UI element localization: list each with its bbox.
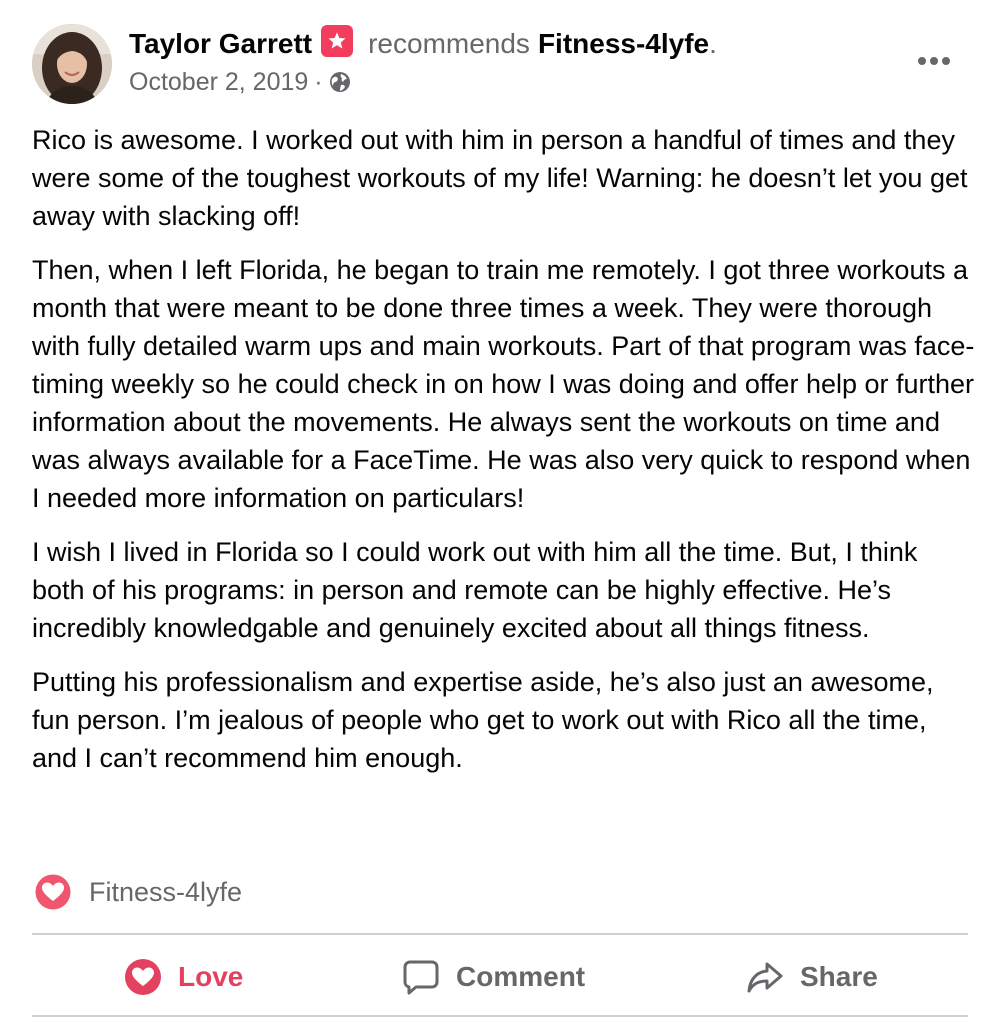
post-paragraph: Rico is awesome. I worked out with him i…: [32, 125, 968, 231]
globe-icon[interactable]: [328, 70, 352, 94]
page-name-link[interactable]: Fitness-4lyfe: [538, 26, 709, 62]
love-button[interactable]: Love: [124, 950, 243, 1004]
action-divider-top: [32, 933, 968, 935]
recommends-text: recommends: [368, 28, 530, 59]
post-meta: October 2, 2019 ·: [129, 66, 352, 98]
comment-label: Comment: [456, 961, 586, 992]
more-horizontal-icon: [918, 57, 950, 65]
post-date[interactable]: October 2, 2019: [129, 66, 308, 98]
post-text: Rico is awesome. I worked out with him i…: [32, 121, 977, 793]
share-icon: [746, 958, 784, 996]
love-icon: [124, 958, 162, 996]
reaction-summary[interactable]: Fitness-4lyfe: [34, 872, 242, 912]
reaction-text: Fitness-4lyfe: [89, 876, 243, 907]
post-paragraph: Putting his professionalism and expertis…: [32, 667, 934, 773]
comment-icon: [402, 958, 440, 996]
action-divider-bottom: [32, 1015, 968, 1017]
love-label: Love: [178, 961, 244, 992]
avatar-image: [32, 24, 112, 104]
header-period: .: [709, 28, 717, 59]
more-options-button[interactable]: [906, 46, 962, 76]
post-paragraph: Then, when I left Florida, he began to t…: [32, 255, 975, 513]
meta-separator: ·: [314, 68, 323, 96]
recommendation-post: Taylor Garrett recommends Fitness-4lyfe …: [0, 0, 1000, 1022]
post-header: Taylor Garrett recommends Fitness-4lyfe …: [129, 25, 717, 62]
post-paragraph: I wish I lived in Florida so I could wor…: [32, 537, 918, 643]
share-label: Share: [800, 961, 878, 992]
comment-button[interactable]: Comment: [402, 950, 585, 1004]
share-button[interactable]: Share: [746, 950, 878, 1004]
author-avatar[interactable]: [32, 24, 112, 104]
star-badge-icon: [321, 25, 354, 57]
author-name[interactable]: Taylor Garrett: [129, 26, 312, 62]
love-reaction-icon: [34, 873, 72, 911]
